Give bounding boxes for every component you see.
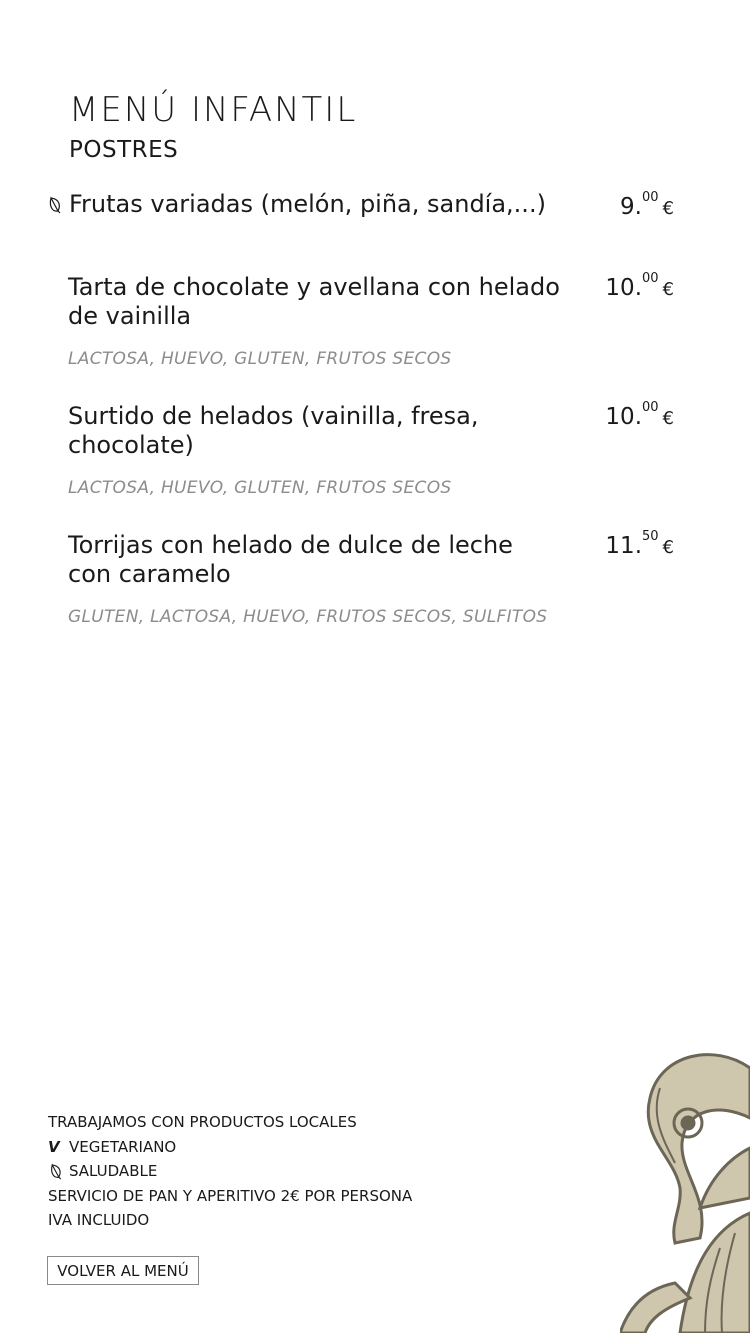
vegetarian-legend: V VEGETARIANO <box>48 1136 412 1161</box>
currency: € <box>662 537 674 558</box>
menu-item: Surtido de helados (vainilla, fresa, cho… <box>68 400 678 498</box>
item-name: Torrijas con helado de dulce de leche co… <box>68 531 513 588</box>
menu-item: Frutas variadas (melón, piña, sandía,...… <box>49 190 679 220</box>
paisley-ornament-icon <box>620 1053 750 1333</box>
item-allergens: LACTOSA, HUEVO, GLUTEN, FRUTOS SECOS <box>68 349 452 369</box>
back-to-menu-button[interactable]: VOLVER AL MENÚ <box>47 1256 199 1285</box>
bread-service-note: SERVICIO DE PAN Y APERITIVO 2€ POR PERSO… <box>48 1186 413 1205</box>
item-name: Tarta de chocolate y avellana con helado… <box>68 273 560 330</box>
price-decimal: 00 <box>642 190 659 205</box>
item-allergens: LACTOSA, HUEVO, GLUTEN, FRUTOS SECOS <box>68 478 452 498</box>
menu-item: Torrijas con helado de dulce de leche co… <box>68 529 678 627</box>
currency: € <box>662 408 674 429</box>
currency: € <box>662 198 674 219</box>
vat-note: IVA INCLUIDO <box>48 1211 150 1229</box>
price-decimal: 00 <box>642 400 659 415</box>
item-name: Frutas variadas (melón, piña, sandía,...… <box>69 190 546 218</box>
footer-notes: TRABAJAMOS CON PRODUCTOS LOCALES V VEGETA… <box>48 1111 412 1234</box>
page-title: MENÚ INFANTIL <box>69 90 358 130</box>
vegetarian-label: VEGETARIANO <box>69 1137 177 1156</box>
price-integer: 9. <box>620 194 642 220</box>
menu-item: Tarta de chocolate y avellana con helado… <box>68 271 678 369</box>
healthy-label: SALUDABLE <box>69 1162 158 1180</box>
healthy-legend: SALUDABLE <box>48 1160 412 1185</box>
currency: € <box>662 279 674 300</box>
vegetarian-icon: V <box>48 1138 60 1156</box>
leaf-icon <box>49 196 61 214</box>
item-price: 10.00€ <box>605 400 674 430</box>
price-integer: 10. <box>605 404 642 430</box>
item-price: 9.00€ <box>620 190 674 220</box>
item-name: Surtido de helados (vainilla, fresa, cho… <box>68 402 479 459</box>
price-integer: 10. <box>605 275 642 301</box>
item-allergens: GLUTEN, LACTOSA, HUEVO, FRUTOS SECOS, SU… <box>68 607 548 627</box>
price-decimal: 00 <box>642 271 659 286</box>
local-products-note: TRABAJAMOS CON PRODUCTOS LOCALES <box>48 1113 357 1131</box>
price-decimal: 50 <box>642 529 659 544</box>
price-integer: 11. <box>605 533 642 559</box>
leaf-icon <box>51 1163 62 1180</box>
item-price: 10.00€ <box>605 271 674 301</box>
item-price: 11.50€ <box>605 529 674 559</box>
section-title: POSTRES <box>69 137 179 163</box>
